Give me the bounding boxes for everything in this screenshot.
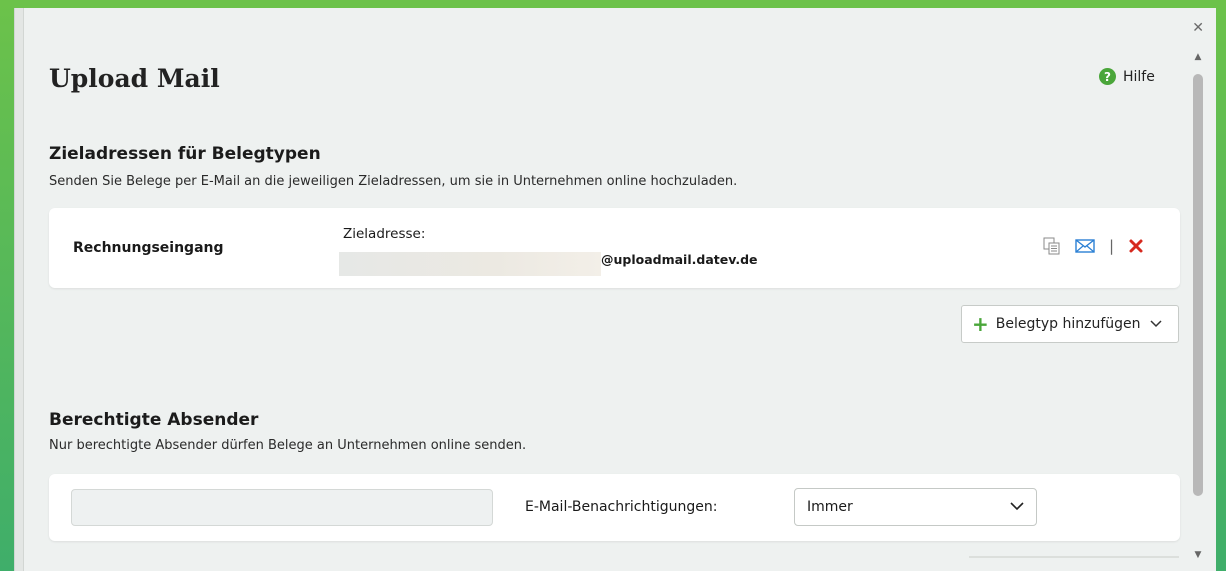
notifications-label: E-Mail-Benachrichtigungen: — [525, 499, 718, 515]
action-separator: | — [1109, 237, 1115, 255]
belegtyp-label: Rechnungseingang — [73, 240, 224, 256]
dialog-left-border — [15, 8, 24, 571]
delete-icon[interactable] — [1128, 238, 1144, 254]
copy-icon[interactable] — [1043, 237, 1061, 255]
plus-icon: + — [972, 312, 989, 336]
next-button-edge — [969, 556, 1179, 558]
scrollbar[interactable]: ▲ ▼ — [1192, 52, 1204, 560]
chevron-down-icon — [1150, 317, 1162, 331]
address-local-part-redacted — [339, 252, 601, 276]
section-desc-senders: Nur berechtigte Absender dürfen Belege a… — [49, 438, 527, 453]
notifications-selected-value: Immer — [807, 499, 853, 515]
upload-mail-dialog: ✕ ▲ ▼ Upload Mail ? Hilfe Zieladressen f… — [14, 8, 1216, 571]
help-label: Hilfe — [1123, 68, 1155, 85]
help-link[interactable]: ? Hilfe — [1099, 68, 1155, 85]
sender-email-input[interactable] — [71, 489, 493, 526]
row-actions: | — [1043, 237, 1144, 255]
chevron-down-icon — [1010, 499, 1024, 515]
page-title: Upload Mail — [49, 64, 220, 93]
section-title-senders: Berechtigte Absender — [49, 410, 259, 430]
sender-row-card: E-Mail-Benachrichtigungen: Immer — [49, 474, 1180, 541]
target-row-card: Rechnungseingang Zieladresse: @uploadmai… — [49, 208, 1180, 288]
close-icon[interactable]: ✕ — [1192, 20, 1204, 36]
address-domain: @uploadmail.datev.de — [601, 252, 758, 267]
add-belegtyp-label: Belegtyp hinzufügen — [995, 316, 1141, 332]
add-belegtyp-button[interactable]: + Belegtyp hinzufügen — [961, 305, 1179, 343]
section-desc-targets: Senden Sie Belege per E-Mail an die jewe… — [49, 174, 738, 189]
notifications-select[interactable]: Immer — [794, 488, 1037, 526]
help-icon: ? — [1099, 68, 1116, 85]
scroll-up-arrow-icon[interactable]: ▲ — [1192, 52, 1204, 62]
scroll-down-arrow-icon[interactable]: ▼ — [1192, 550, 1204, 560]
mail-icon[interactable] — [1075, 238, 1095, 254]
address-label: Zieladresse: — [343, 226, 426, 242]
section-title-targets: Zieladressen für Belegtypen — [49, 144, 321, 164]
scroll-thumb[interactable] — [1193, 74, 1203, 496]
